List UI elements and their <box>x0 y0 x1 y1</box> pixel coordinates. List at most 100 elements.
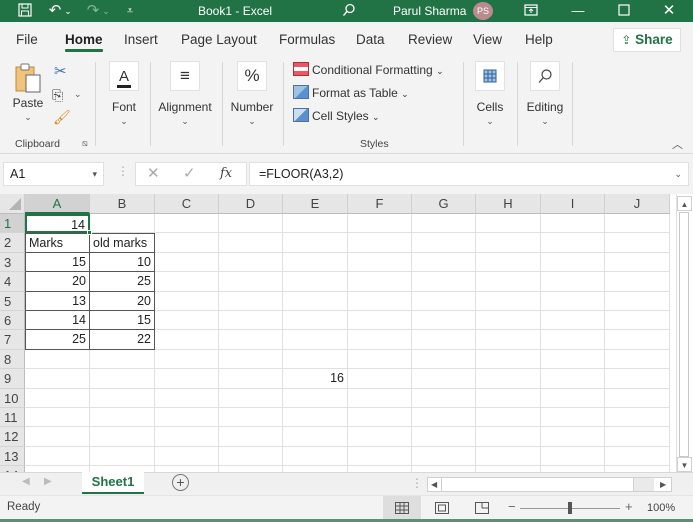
row-header-1[interactable]: 1 <box>0 214 25 234</box>
cell-c8[interactable] <box>155 349 219 370</box>
cell-b3[interactable]: 10 <box>89 251 155 273</box>
cell-e8[interactable] <box>283 349 348 370</box>
formula-bar-grip-icon[interactable]: ⋮ <box>117 164 129 178</box>
cell-d12[interactable] <box>219 427 283 447</box>
cell-i9[interactable] <box>541 369 605 389</box>
cell-i13[interactable] <box>541 446 605 467</box>
row-header-12[interactable]: 12 <box>0 427 25 447</box>
cell-e13[interactable] <box>283 446 348 467</box>
cell-h3[interactable] <box>476 252 541 273</box>
row-header-5[interactable]: 5 <box>0 291 25 311</box>
scroll-left-icon[interactable]: ◀ <box>431 478 437 491</box>
cell-f9[interactable] <box>348 369 412 389</box>
cell-e1[interactable] <box>283 214 348 234</box>
cell-styles-button[interactable]: Cell Styles ⌄ <box>293 107 380 125</box>
cell-g4[interactable] <box>412 272 476 292</box>
cell-e4[interactable] <box>283 272 348 292</box>
column-header-c[interactable]: C <box>155 194 219 214</box>
cell-j2[interactable] <box>605 233 670 253</box>
cell-a8[interactable] <box>25 349 90 370</box>
cell-d10[interactable] <box>219 388 283 408</box>
cell-h11[interactable] <box>476 408 541 428</box>
row-header-11[interactable]: 11 <box>0 408 25 428</box>
page-layout-view-icon[interactable] <box>435 502 449 514</box>
cell-h6[interactable] <box>476 311 541 331</box>
zoom-in-icon[interactable]: + <box>625 499 633 514</box>
paste-button[interactable]: Paste ⌄ <box>10 62 46 123</box>
cell-h10[interactable] <box>476 388 541 408</box>
collapse-ribbon-icon[interactable]: ︿ <box>672 136 683 152</box>
scroll-right-icon[interactable]: ▶ <box>660 478 666 491</box>
cell-a5[interactable]: 13 <box>25 290 90 311</box>
cell-h5[interactable] <box>476 291 541 311</box>
cell-a7[interactable]: 25 <box>25 329 90 350</box>
cell-c13[interactable] <box>155 446 219 467</box>
cell-j9[interactable] <box>605 369 670 389</box>
sheet-tab-sheet1[interactable]: Sheet1 <box>82 472 144 494</box>
cell-g6[interactable] <box>412 311 476 331</box>
horizontal-scrollbar[interactable]: ◀ ▶ <box>427 477 672 492</box>
cell-e9[interactable]: 16 <box>283 369 348 389</box>
tab-view[interactable]: View <box>473 32 502 47</box>
cell-e11[interactable] <box>283 408 348 428</box>
cell-e6[interactable] <box>283 311 348 331</box>
tab-review[interactable]: Review <box>408 32 452 47</box>
cell-j5[interactable] <box>605 291 670 311</box>
column-header-i[interactable]: I <box>541 194 605 214</box>
cell-j7[interactable] <box>605 330 670 350</box>
row-header-8[interactable]: 8 <box>0 349 25 370</box>
cell-f12[interactable] <box>348 427 412 447</box>
column-header-j[interactable]: J <box>605 194 670 214</box>
name-box[interactable]: A1 ▾ <box>3 162 104 186</box>
cell-g7[interactable] <box>412 330 476 350</box>
column-header-g[interactable]: G <box>412 194 476 214</box>
cell-b5[interactable]: 20 <box>89 290 155 311</box>
row-header-10[interactable]: 10 <box>0 388 25 408</box>
scroll-up-icon[interactable]: ▲ <box>677 196 692 211</box>
page-break-preview-icon[interactable] <box>475 502 489 514</box>
editing-button[interactable]: Editing ⌄ <box>523 61 567 127</box>
cell-e5[interactable] <box>283 291 348 311</box>
cell-d9[interactable] <box>219 369 283 389</box>
column-header-f[interactable]: F <box>348 194 412 214</box>
add-sheet-icon[interactable]: + <box>172 474 189 491</box>
cell-f10[interactable] <box>348 388 412 408</box>
cell-i8[interactable] <box>541 349 605 370</box>
zoom-level[interactable]: 100% <box>647 502 675 514</box>
cell-c1[interactable] <box>155 214 219 234</box>
cell-a11[interactable] <box>25 408 90 428</box>
cancel-icon[interactable]: ✕ <box>147 163 160 185</box>
cell-d5[interactable] <box>219 291 283 311</box>
cell-h8[interactable] <box>476 349 541 370</box>
close-icon[interactable]: ✕ <box>660 0 678 22</box>
maximize-icon[interactable] <box>615 0 633 22</box>
insert-function-icon[interactable]: fx <box>220 163 232 185</box>
cell-c12[interactable] <box>155 427 219 447</box>
cell-e10[interactable] <box>283 388 348 408</box>
cell-d13[interactable] <box>219 446 283 467</box>
cell-f6[interactable] <box>348 311 412 331</box>
format-painter-icon[interactable]: 🖌 <box>53 109 71 126</box>
spreadsheet-grid[interactable]: A B C D E F G H I J 1 14 2 Marks old marks 3 15 10 4 20 25 5 1… <box>0 194 693 472</box>
cell-c6[interactable] <box>155 311 219 331</box>
cell-b9[interactable] <box>90 369 155 389</box>
cell-j10[interactable] <box>605 388 670 408</box>
cell-d7[interactable] <box>219 330 283 350</box>
cell-b1[interactable] <box>90 214 155 234</box>
cell-h1[interactable] <box>476 214 541 234</box>
cell-c4[interactable] <box>155 272 219 292</box>
column-header-d[interactable]: D <box>219 194 283 214</box>
row-header-9[interactable]: 9 <box>0 369 25 389</box>
cell-b2[interactable]: old marks <box>89 233 155 253</box>
cell-j12[interactable] <box>605 427 670 447</box>
cell-a10[interactable] <box>25 388 90 408</box>
cell-c3[interactable] <box>155 252 219 273</box>
cell-c10[interactable] <box>155 388 219 408</box>
font-button[interactable]: A Font ⌄ <box>104 61 144 127</box>
cell-j11[interactable] <box>605 408 670 428</box>
cell-i11[interactable] <box>541 408 605 428</box>
tab-file[interactable]: File <box>16 32 38 47</box>
cell-b4[interactable]: 25 <box>89 271 155 292</box>
cell-j3[interactable] <box>605 252 670 273</box>
minimize-icon[interactable]: — <box>568 0 588 22</box>
